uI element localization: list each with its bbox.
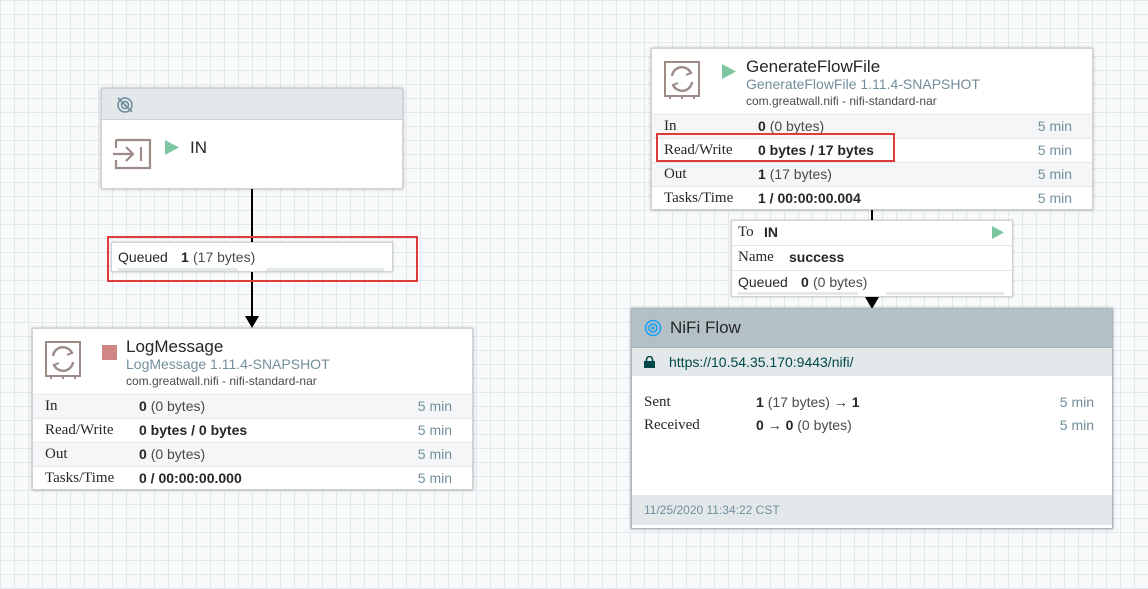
rpg-url[interactable]: https://10.54.35.170:9443/nifi/ <box>669 348 853 376</box>
connection-name-row: Name success <box>732 246 1012 271</box>
stat-row-in: In 0 (0 bytes) 5 min <box>33 394 472 418</box>
connection-label-right[interactable]: To IN Name success Queued 0 (0 bytes) <box>731 220 1013 297</box>
remote-process-group[interactable]: NiFi Flow https://10.54.35.170:9443/nifi… <box>631 308 1113 529</box>
highlight-box-queued <box>107 236 418 282</box>
highlight-box-read-write <box>656 133 895 162</box>
input-port-in[interactable]: IN <box>101 88 403 189</box>
rpg-last-refreshed: 11/25/2020 11:34:22 CST <box>632 495 1112 525</box>
input-port-icon <box>113 138 152 170</box>
transmitting-icon <box>644 319 662 337</box>
processor-icon <box>664 61 700 99</box>
transmission-disabled-icon <box>117 97 133 113</box>
queue-bar-size <box>886 292 1004 295</box>
running-icon <box>992 226 1004 239</box>
processor-type: LogMessage 1.11.4-SNAPSHOT <box>126 356 330 372</box>
running-icon <box>722 64 736 79</box>
processor-bundle: com.greatwall.nifi - nifi-standard-nar <box>126 374 317 388</box>
rpg-header: NiFi Flow <box>632 309 1112 348</box>
processor-icon <box>45 341 81 379</box>
running-icon <box>165 140 179 155</box>
stopped-icon <box>102 345 117 360</box>
stat-row-out: Out 1 (17 bytes) 5 min <box>652 162 1092 186</box>
rpg-sent-row: Sent 1 (17 bytes) → 1 5 min <box>644 394 1094 410</box>
input-port-name: IN <box>190 138 207 157</box>
stat-row-tasks-time: Tasks/Time 1 / 00:00:00.004 5 min <box>652 186 1092 210</box>
connection-queued-row: Queued 0 (0 bytes) <box>732 271 1012 295</box>
processor-name: GenerateFlowFile <box>746 57 881 76</box>
stat-row-read-write: Read/Write 0 bytes / 0 bytes 5 min <box>33 418 472 442</box>
stat-row-out: Out 0 (0 bytes) 5 min <box>33 442 472 466</box>
processor-bundle: com.greatwall.nifi - nifi-standard-nar <box>746 94 937 108</box>
rpg-received-row: Received 0 → 0 (0 bytes) 5 min <box>644 417 1094 433</box>
processor-name: LogMessage <box>126 337 224 356</box>
rpg-url-bar: https://10.54.35.170:9443/nifi/ <box>632 348 1112 376</box>
lock-icon <box>644 356 655 368</box>
queue-bar-count <box>738 292 858 295</box>
processor-generateflowfile[interactable]: GenerateFlowFile GenerateFlowFile 1.11.4… <box>651 48 1093 210</box>
rpg-name: NiFi Flow <box>670 318 741 337</box>
input-port-header <box>102 89 402 120</box>
connection-to-row: To IN <box>732 221 1012 246</box>
stat-row-tasks-time: Tasks/Time 0 / 00:00:00.000 5 min <box>33 466 472 490</box>
processor-logmessage[interactable]: LogMessage LogMessage 1.11.4-SNAPSHOT co… <box>32 328 473 490</box>
processor-type: GenerateFlowFile 1.11.4-SNAPSHOT <box>746 76 980 92</box>
